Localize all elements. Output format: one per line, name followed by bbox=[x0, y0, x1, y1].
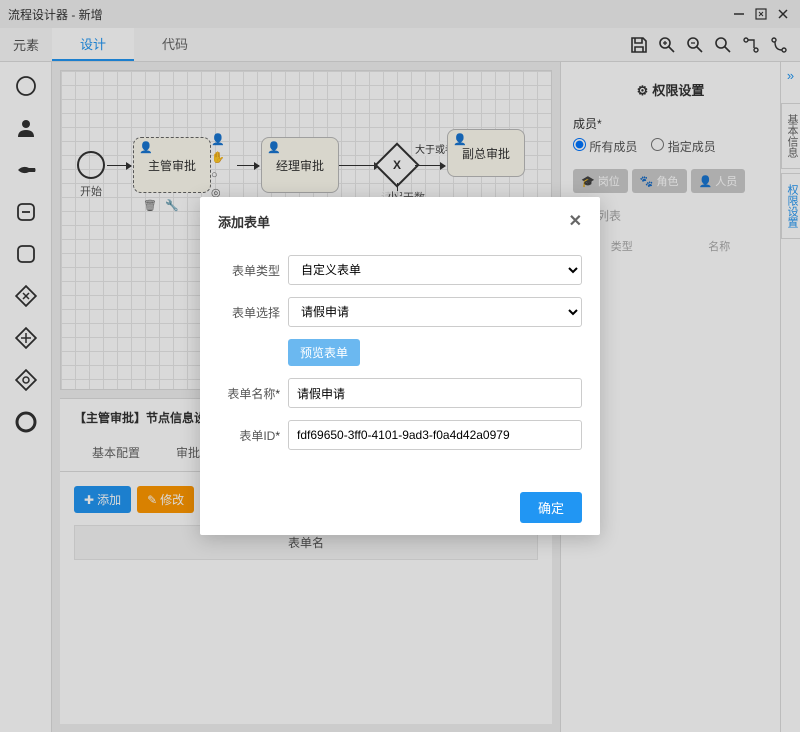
add-form-modal: 添加表单 ✕ 表单类型 自定义表单 表单选择 请假申请 预览表单 表单名称* 表 bbox=[200, 197, 600, 535]
form-type-select[interactable]: 自定义表单 bbox=[288, 255, 582, 285]
modal-overlay[interactable]: 添加表单 ✕ 表单类型 自定义表单 表单选择 请假申请 预览表单 表单名称* 表 bbox=[0, 0, 800, 732]
modal-close-button[interactable]: ✕ bbox=[569, 211, 582, 231]
label-form-type: 表单类型 bbox=[218, 262, 288, 279]
modal-title: 添加表单 bbox=[218, 212, 270, 231]
form-id-input[interactable] bbox=[288, 420, 582, 450]
modal-ok-button[interactable]: 确定 bbox=[520, 492, 582, 523]
label-form-select: 表单选择 bbox=[218, 304, 288, 321]
preview-form-button[interactable]: 预览表单 bbox=[288, 339, 360, 366]
form-select[interactable]: 请假申请 bbox=[288, 297, 582, 327]
form-name-input[interactable] bbox=[288, 378, 582, 408]
